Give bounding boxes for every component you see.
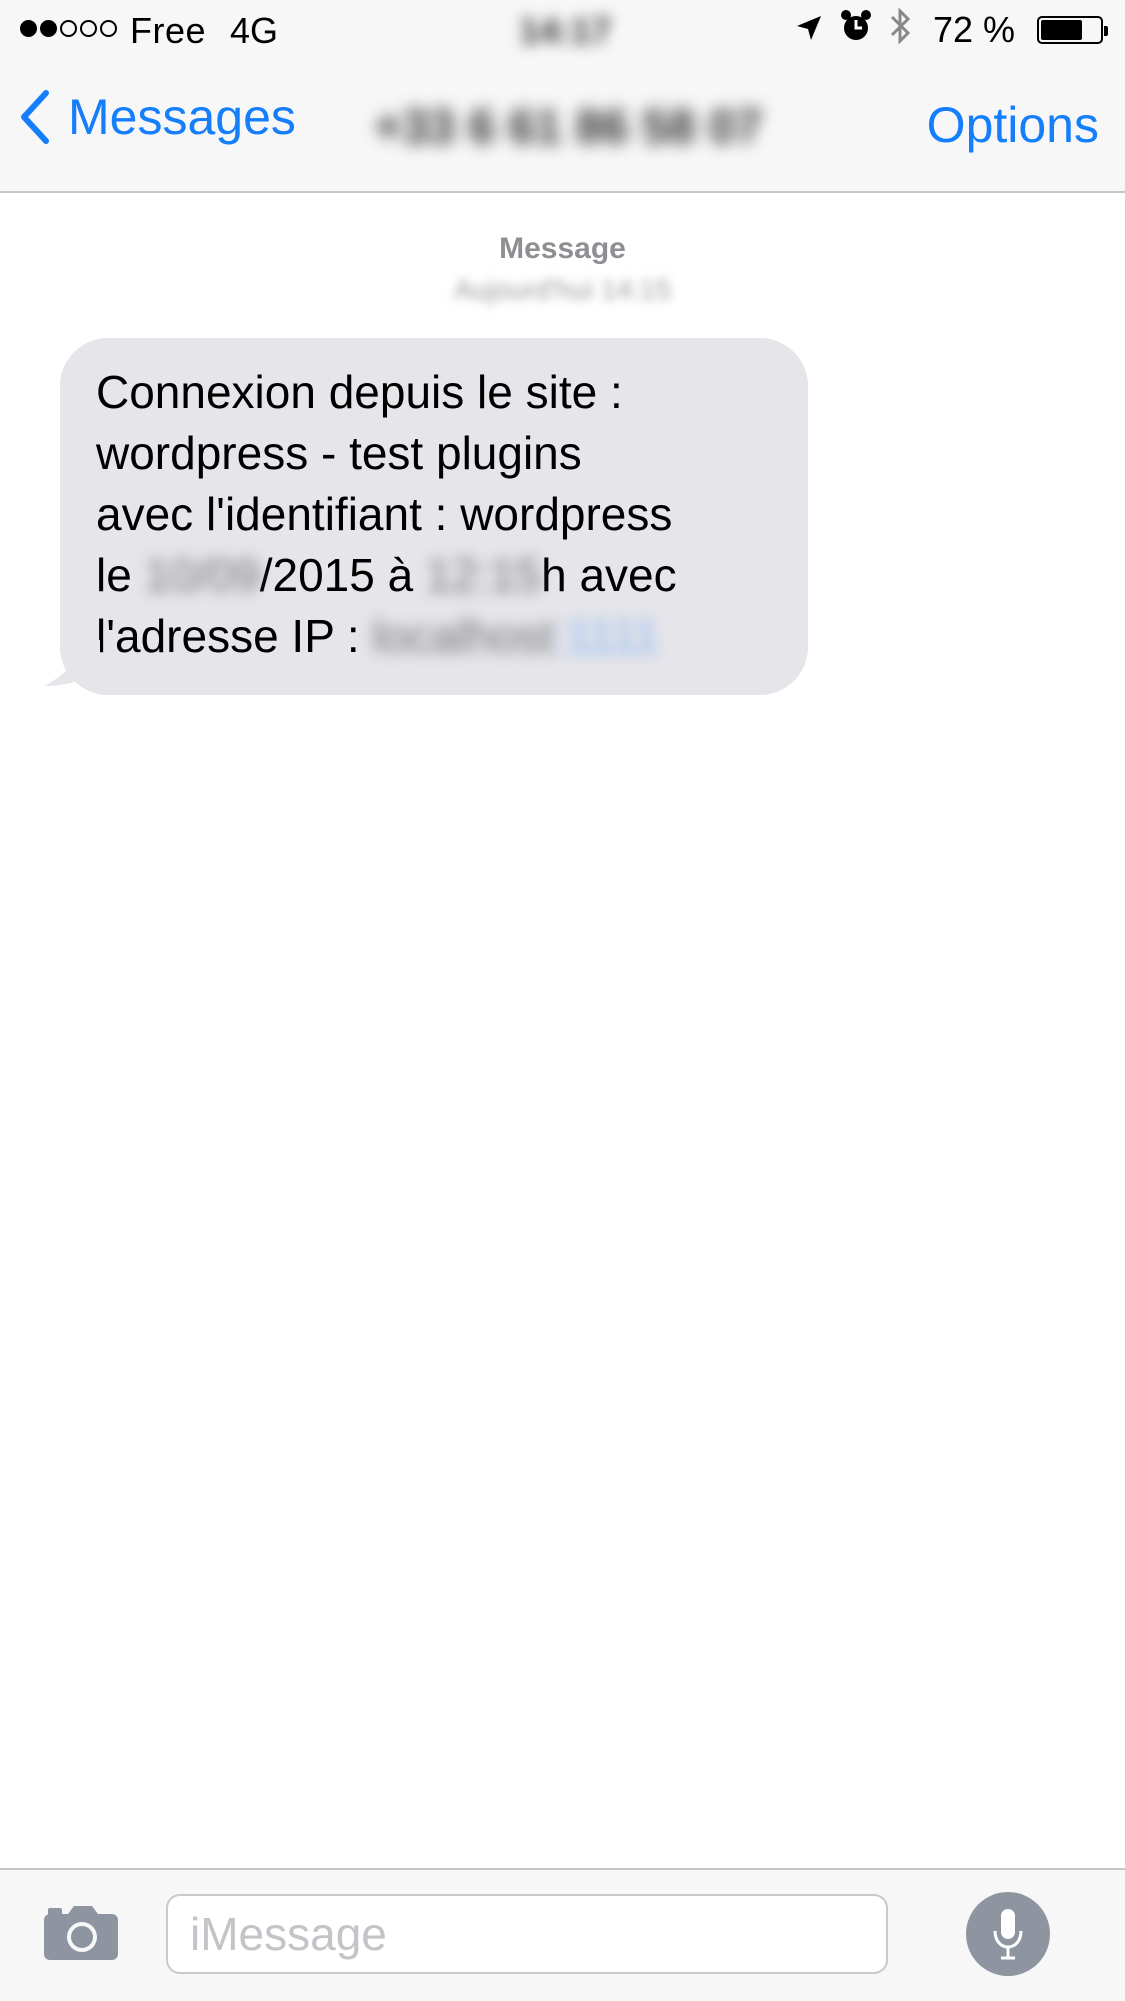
- battery-icon: [1037, 16, 1108, 44]
- bubble-tail: [44, 640, 100, 686]
- message-line: le 10/09/2015 à 12:15h avec: [96, 545, 772, 606]
- message-bubble[interactable]: Connexion depuis le site : wordpress - t…: [60, 338, 808, 695]
- back-button-label: Messages: [68, 89, 296, 145]
- message-text: h avec: [541, 549, 677, 601]
- location-arrow-icon: [795, 9, 823, 51]
- conversation-header: Message Aujourd'hui 14:15: [0, 232, 1125, 306]
- conversation-timestamp: Aujourd'hui 14:15: [453, 274, 672, 305]
- status-indicators: 72 %: [795, 6, 1108, 54]
- redacted-date: 10/09: [144, 549, 260, 601]
- alarm-icon: [839, 9, 873, 52]
- microphone-icon: [993, 1909, 1023, 1960]
- redacted-time: 12:15: [425, 549, 542, 601]
- network-type: 4G: [230, 10, 279, 51]
- navigation-bar: Messages +33 6 61 86 58 07 Options: [0, 60, 1125, 193]
- camera-button[interactable]: [42, 1904, 120, 1967]
- status-time: 14:17: [518, 10, 612, 51]
- microphone-button[interactable]: [966, 1892, 1050, 1976]
- redacted-ip-link[interactable]: :1111: [554, 611, 659, 661]
- message-line: avec l'identifiant : wordpress: [96, 488, 673, 540]
- message-text: l'adresse IP :: [96, 610, 373, 662]
- message-line: Connexion depuis le site :: [96, 366, 623, 418]
- status-bar: Free 4G 14:17 72 %: [0, 0, 1125, 60]
- back-button[interactable]: Messages: [20, 88, 296, 146]
- message-line: wordpress - test plugins: [96, 427, 582, 479]
- conversation-label: Message: [499, 232, 626, 265]
- message-line: l'adresse IP : localhost:1111: [96, 606, 772, 667]
- message-input-bar: [0, 1868, 1125, 2001]
- battery-percentage: 72 %: [932, 9, 1015, 50]
- message-text: /2015 à: [259, 549, 426, 601]
- signal-strength-icon: [20, 20, 117, 37]
- chevron-left-icon: [21, 90, 49, 144]
- message-text: le: [96, 549, 145, 601]
- camera-icon: [44, 1906, 118, 1960]
- bluetooth-icon: [889, 6, 913, 54]
- options-button[interactable]: Options: [927, 96, 1099, 154]
- redacted-ip: localhost: [372, 610, 554, 662]
- message-input[interactable]: [166, 1894, 888, 1974]
- messages-screen: Free 4G 14:17 72 % Messages +33 6 61 86 …: [0, 0, 1125, 2001]
- carrier-name: Free: [130, 10, 207, 51]
- contact-title[interactable]: +33 6 61 86 58 07: [358, 100, 778, 155]
